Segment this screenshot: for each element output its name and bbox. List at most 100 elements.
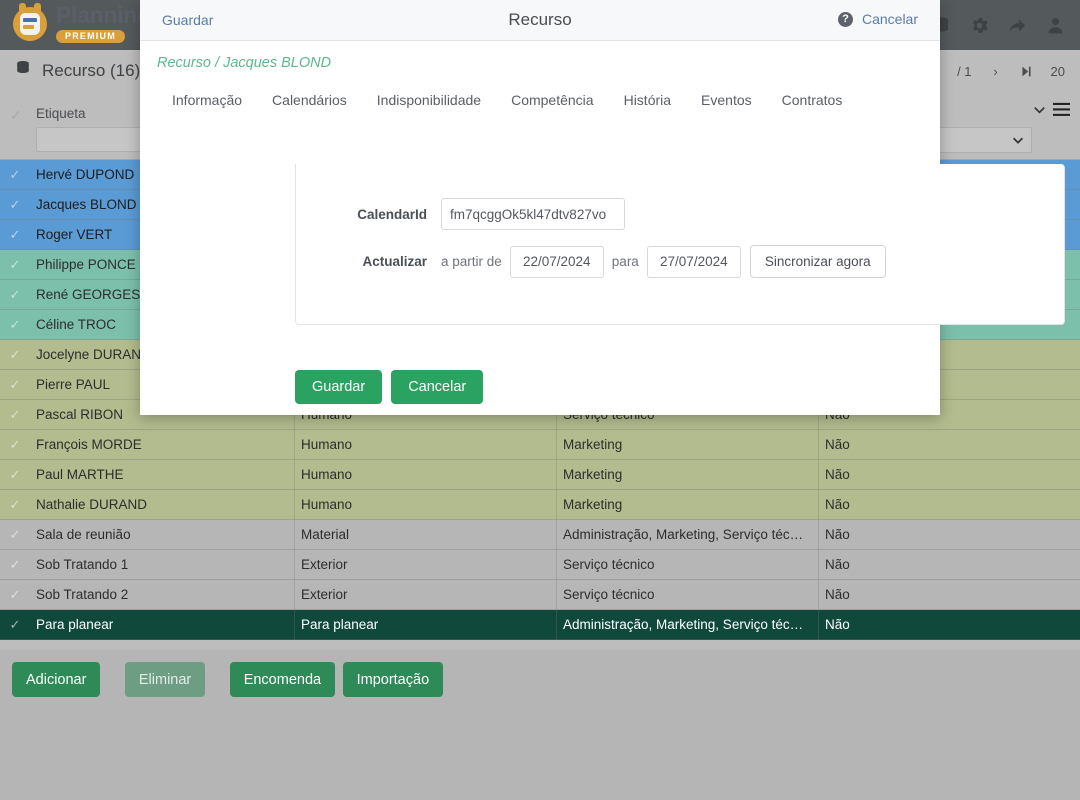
cell-departamento: Administração, Marketing, Serviço téc…: [556, 609, 818, 640]
modal-header: Guardar Recurso ? Cancelar: [140, 0, 940, 41]
last-page-button[interactable]: [1013, 58, 1040, 85]
menu-icon[interactable]: [1053, 102, 1070, 122]
user-icon[interactable]: [1038, 8, 1072, 42]
row-checkbox[interactable]: ✓: [0, 497, 30, 513]
modal-body: Recurso / Jacques BLOND Informação Calend…: [140, 41, 1065, 415]
planning-logo-icon: [10, 3, 50, 43]
cell-etiqueta: Sala de reunião: [36, 526, 131, 542]
tab-contratos[interactable]: Contratos: [767, 86, 858, 114]
cell-departamento: Administração, Marketing, Serviço téc…: [556, 519, 818, 550]
sync-now-button[interactable]: Sincronizar agora: [749, 245, 886, 278]
logo-badge: PREMIUM: [56, 29, 125, 43]
actualizar-label: Actualizar: [362, 254, 427, 269]
cell-tipo: Humano: [294, 429, 556, 460]
share-arrow-icon[interactable]: [1000, 8, 1034, 42]
help-icon[interactable]: ?: [837, 11, 853, 27]
cell-departamento: Serviço técnico: [556, 549, 818, 580]
row-checkbox[interactable]: ✓: [0, 317, 30, 333]
table-row[interactable]: ✓ Para planear Para planear Administração, …: [0, 609, 1080, 640]
next-page-button[interactable]: ›: [983, 58, 1009, 85]
logo-title: Planning: [56, 1, 151, 28]
modal-title: Recurso: [508, 10, 572, 29]
importao-button[interactable]: Importação: [342, 662, 444, 697]
row-checkbox[interactable]: ✓: [0, 167, 30, 183]
module-title-label: Recurso (16): [42, 60, 141, 80]
row-checkbox[interactable]: ✓: [0, 227, 30, 243]
table-row[interactable]: ✓ Sob Tratando 1 Exterior Serviço técnico Nã…: [0, 549, 1080, 580]
cell-tipo: Material: [294, 519, 556, 550]
tab-história[interactable]: História: [609, 86, 686, 114]
cell-etiqueta: Sob Tratando 1: [36, 556, 129, 572]
modal-cancel-link[interactable]: Cancelar: [862, 11, 918, 27]
tab-competência[interactable]: Competência: [496, 86, 609, 114]
modal-actions: Guardar Cancelar: [295, 370, 484, 404]
cell-departamento: Marketing: [556, 489, 818, 520]
save-button[interactable]: Guardar: [295, 370, 383, 404]
pagination: / 1 › 20: [950, 58, 1072, 85]
from-label: a partir de: [441, 254, 502, 269]
eliminar-button: Eliminar: [124, 662, 206, 697]
column-header-etiqueta[interactable]: Etiqueta: [36, 106, 86, 121]
modal-tabs: Informação Calendários Indisponibilidade Co…: [157, 86, 857, 114]
cell-tipo: Exterior: [294, 549, 556, 580]
cell-sinalizador: Não: [818, 459, 1080, 490]
row-checkbox[interactable]: ✓: [0, 467, 30, 483]
cell-sinalizador: Não: [818, 549, 1080, 580]
cell-tipo: Humano: [294, 489, 556, 520]
table-row[interactable]: ✓ Sob Tratando 2 Exterior Serviço técnico Nã…: [0, 579, 1080, 610]
row-checkbox[interactable]: ✓: [0, 287, 30, 303]
row-checkbox[interactable]: ✓: [0, 437, 30, 453]
breadcrumb: Recurso / Jacques BLOND: [157, 55, 332, 71]
cancel-button[interactable]: Cancelar: [391, 370, 484, 404]
update-row: Actualizar a partir de para Sincronizar …: [296, 245, 1066, 278]
cell-etiqueta: Sob Tratando 2: [36, 586, 129, 602]
tab-calendários[interactable]: Calendários: [257, 86, 362, 114]
adicionar-button[interactable]: Adicionar: [12, 662, 101, 697]
tab-informação[interactable]: Informação: [157, 86, 257, 114]
google-calendar-panel: CalendarId Actualizar a partir de para S…: [295, 164, 1065, 325]
chevron-down-icon[interactable]: [1032, 102, 1047, 122]
modal-header-right: ? Cancelar: [837, 11, 918, 27]
page-of-label: / 1: [957, 64, 972, 79]
row-checkbox[interactable]: ✓: [0, 347, 30, 363]
tab-eventos[interactable]: Eventos: [686, 86, 767, 114]
cell-sinalizador: Não: [818, 489, 1080, 520]
select-all-checkbox[interactable]: ✓: [10, 107, 22, 124]
gear-icon[interactable]: [962, 8, 996, 42]
to-label: para: [611, 254, 639, 269]
cell-sinalizador: Não: [818, 579, 1080, 610]
calendarid-row: CalendarId: [296, 198, 1066, 230]
row-checkbox[interactable]: ✓: [0, 257, 30, 273]
cell-etiqueta: Nathalie DURAND: [36, 496, 148, 512]
row-checkbox[interactable]: ✓: [0, 557, 30, 573]
table-row[interactable]: ✓ Sala de reunião Material Administração, M…: [0, 519, 1080, 550]
calendarid-input[interactable]: [441, 198, 625, 230]
cell-departamento: Marketing: [556, 459, 818, 490]
calendarid-label: CalendarId: [357, 206, 427, 222]
row-checkbox[interactable]: ✓: [0, 197, 30, 213]
row-checkbox[interactable]: ✓: [0, 407, 30, 423]
cell-sinalizador: Não: [818, 609, 1080, 640]
cell-etiqueta: Para planear: [36, 616, 114, 632]
grid-header-tools: [1032, 102, 1070, 122]
cell-departamento: Serviço técnico: [556, 579, 818, 610]
app-logo: Planning PREMIUM: [10, 3, 151, 43]
cell-tipo: Humano: [294, 459, 556, 490]
table-row[interactable]: ✓ Nathalie DURAND Humano Marketing Não: [0, 489, 1080, 520]
table-row[interactable]: ✓ François MORDE Humano Marketing Não: [0, 429, 1080, 460]
module-title: Recurso (16): [14, 59, 140, 82]
cell-etiqueta: François MORDE: [36, 436, 142, 452]
date-from-input[interactable]: [509, 245, 604, 278]
row-checkbox[interactable]: ✓: [0, 527, 30, 543]
row-checkbox[interactable]: ✓: [0, 617, 30, 633]
table-row[interactable]: ✓ Paul MARTHE Humano Marketing Não: [0, 459, 1080, 490]
encomenda-button[interactable]: Encomenda: [229, 662, 336, 697]
date-to-input[interactable]: [646, 245, 741, 278]
cell-etiqueta: Paul MARTHE: [36, 466, 124, 482]
row-checkbox[interactable]: ✓: [0, 377, 30, 393]
topbar-icon-group: [924, 8, 1072, 42]
tab-indisponibilidade[interactable]: Indisponibilidade: [362, 86, 496, 114]
resource-modal: Guardar Recurso ? Cancelar Recurso / Jac…: [140, 0, 1065, 415]
row-checkbox[interactable]: ✓: [0, 587, 30, 603]
page-size-selector[interactable]: 20: [1044, 58, 1072, 85]
